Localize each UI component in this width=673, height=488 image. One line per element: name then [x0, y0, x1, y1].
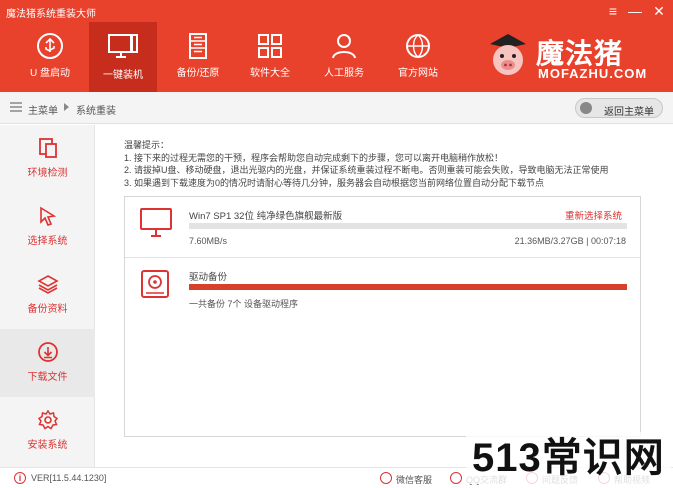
nav-label: 一键装机: [103, 70, 143, 81]
version-text: VER[11.5.44.1230]: [31, 473, 107, 483]
tip-line: 1. 接下来的过程无需您的干预，程序会帮助您自动完成剩下的步骤，您可以离开电脑稍…: [124, 152, 504, 163]
back-to-main-menu-button[interactable]: 返回主菜单: [575, 98, 663, 118]
nav-label: 官方网站: [398, 68, 438, 79]
breadcrumb: 主菜单 系统重装: [0, 92, 673, 124]
watermark: 513常识网: [466, 432, 671, 484]
task-list: Win7 SP1 32位 纯净绿色旗舰最新版 重新选择系统 7.60MB/s 2…: [124, 196, 641, 437]
menu-icon[interactable]: ≡: [604, 3, 622, 19]
device-check-icon: [38, 138, 57, 158]
brand-logo: 魔法猪 MOFAZHU.COM: [480, 26, 670, 86]
close-button[interactable]: ✕: [650, 3, 668, 19]
globe-icon: [406, 34, 430, 58]
logo-subtext: MOFAZHU.COM: [538, 66, 648, 81]
progress-bar: [189, 223, 627, 229]
apps-grid-icon: [258, 34, 282, 58]
step-select-system[interactable]: 选择系统: [0, 193, 95, 261]
tip-line: 2. 请拔掉U盘、移动硬盘，退出光驱内的光盘，并保证系统重装过程不断电。否则重装…: [124, 165, 609, 175]
nav-manual-service[interactable]: 人工服务: [314, 26, 374, 86]
nav-official-site[interactable]: 官方网站: [388, 26, 448, 86]
download-icon: [37, 342, 58, 362]
minimize-button[interactable]: —: [626, 3, 644, 19]
person-icon: [332, 34, 356, 59]
step-label: 备份资料: [27, 304, 68, 315]
step-backup-data[interactable]: 备份资料: [0, 261, 95, 329]
step-label: 安装系统: [27, 440, 68, 451]
backup-icon: [189, 33, 207, 59]
step-label: 下载文件: [27, 372, 68, 383]
task-driver-backup: 驱动备份 一共备份 7个 设备驱动程序: [125, 258, 640, 318]
nav-backup-restore[interactable]: 备份/还原: [168, 26, 228, 86]
download-status: 21.36MB/3.27GB | 00:07:18: [514, 236, 626, 246]
task-system-download: Win7 SP1 32位 纯净绿色旗舰最新版 重新选择系统 7.60MB/s 2…: [125, 197, 640, 257]
step-label: 环境检测: [27, 168, 68, 179]
nav-label: 备份/还原: [176, 68, 220, 79]
info-icon: i: [14, 472, 26, 484]
pig-mascot-icon: [490, 34, 526, 75]
tip-line: 3. 如果遇到下载速度为0的情况时请耐心等待几分钟，服务器会自动根据您当前网络位…: [124, 177, 545, 188]
tips-panel: 温馨提示： 1. 接下来的过程无需您的干预，程序会帮助您自动完成剩下的步骤，您可…: [124, 139, 644, 189]
cursor-icon: [39, 206, 56, 226]
progress-fill: [189, 284, 627, 290]
task-detail: 一共备份 7个 设备驱动程序: [189, 299, 299, 309]
back-button-label: 返回主菜单: [604, 107, 654, 118]
nav-label: 人工服务: [324, 68, 364, 79]
download-speed: 7.60MB/s: [189, 236, 228, 246]
app-header: 魔法猪系统重装大师 ≡ — ✕ U 盘启动 一键装机 备份/还原 软件大全 人工…: [0, 0, 673, 92]
tips-title: 温馨提示：: [124, 140, 170, 150]
nav-one-click-install[interactable]: 一键装机: [89, 22, 157, 92]
nav-usb-boot[interactable]: U 盘启动: [20, 26, 80, 86]
progress-bar: [189, 284, 627, 290]
usb-icon: [37, 33, 63, 59]
chevron-right-icon: [64, 103, 69, 111]
step-download-files[interactable]: 下载文件: [0, 329, 95, 397]
wechat-icon: [380, 472, 392, 484]
list-icon: [10, 102, 22, 112]
monitor-icon: [140, 208, 172, 237]
qq-icon: [450, 472, 462, 484]
back-arrow-icon: [580, 102, 592, 114]
layers-icon: [36, 275, 59, 294]
nav-label: 软件大全: [250, 68, 290, 79]
breadcrumb-current: 系统重装: [76, 106, 116, 117]
nav-label: U 盘启动: [30, 68, 70, 79]
app-title: 魔法猪系统重装大师: [6, 9, 96, 20]
driver-icon: [141, 270, 169, 298]
step-label: 选择系统: [27, 236, 68, 247]
breadcrumb-home[interactable]: 主菜单: [28, 102, 58, 117]
step-env-check[interactable]: 环境检测: [0, 125, 95, 193]
gear-icon: [37, 409, 58, 430]
step-sidebar: 环境检测 选择系统 备份资料 下载文件 安装系统: [0, 125, 95, 467]
reselect-system-link[interactable]: 重新选择系统: [565, 208, 622, 222]
task-name: 驱动备份: [189, 272, 228, 283]
wechat-support-link[interactable]: 微信客服: [396, 473, 432, 486]
step-install-system[interactable]: 安装系统: [0, 397, 95, 465]
nav-software[interactable]: 软件大全: [240, 26, 300, 86]
monitor-icon: [108, 34, 138, 58]
task-name: Win7 SP1 32位 纯净绿色旗舰最新版: [189, 211, 343, 222]
